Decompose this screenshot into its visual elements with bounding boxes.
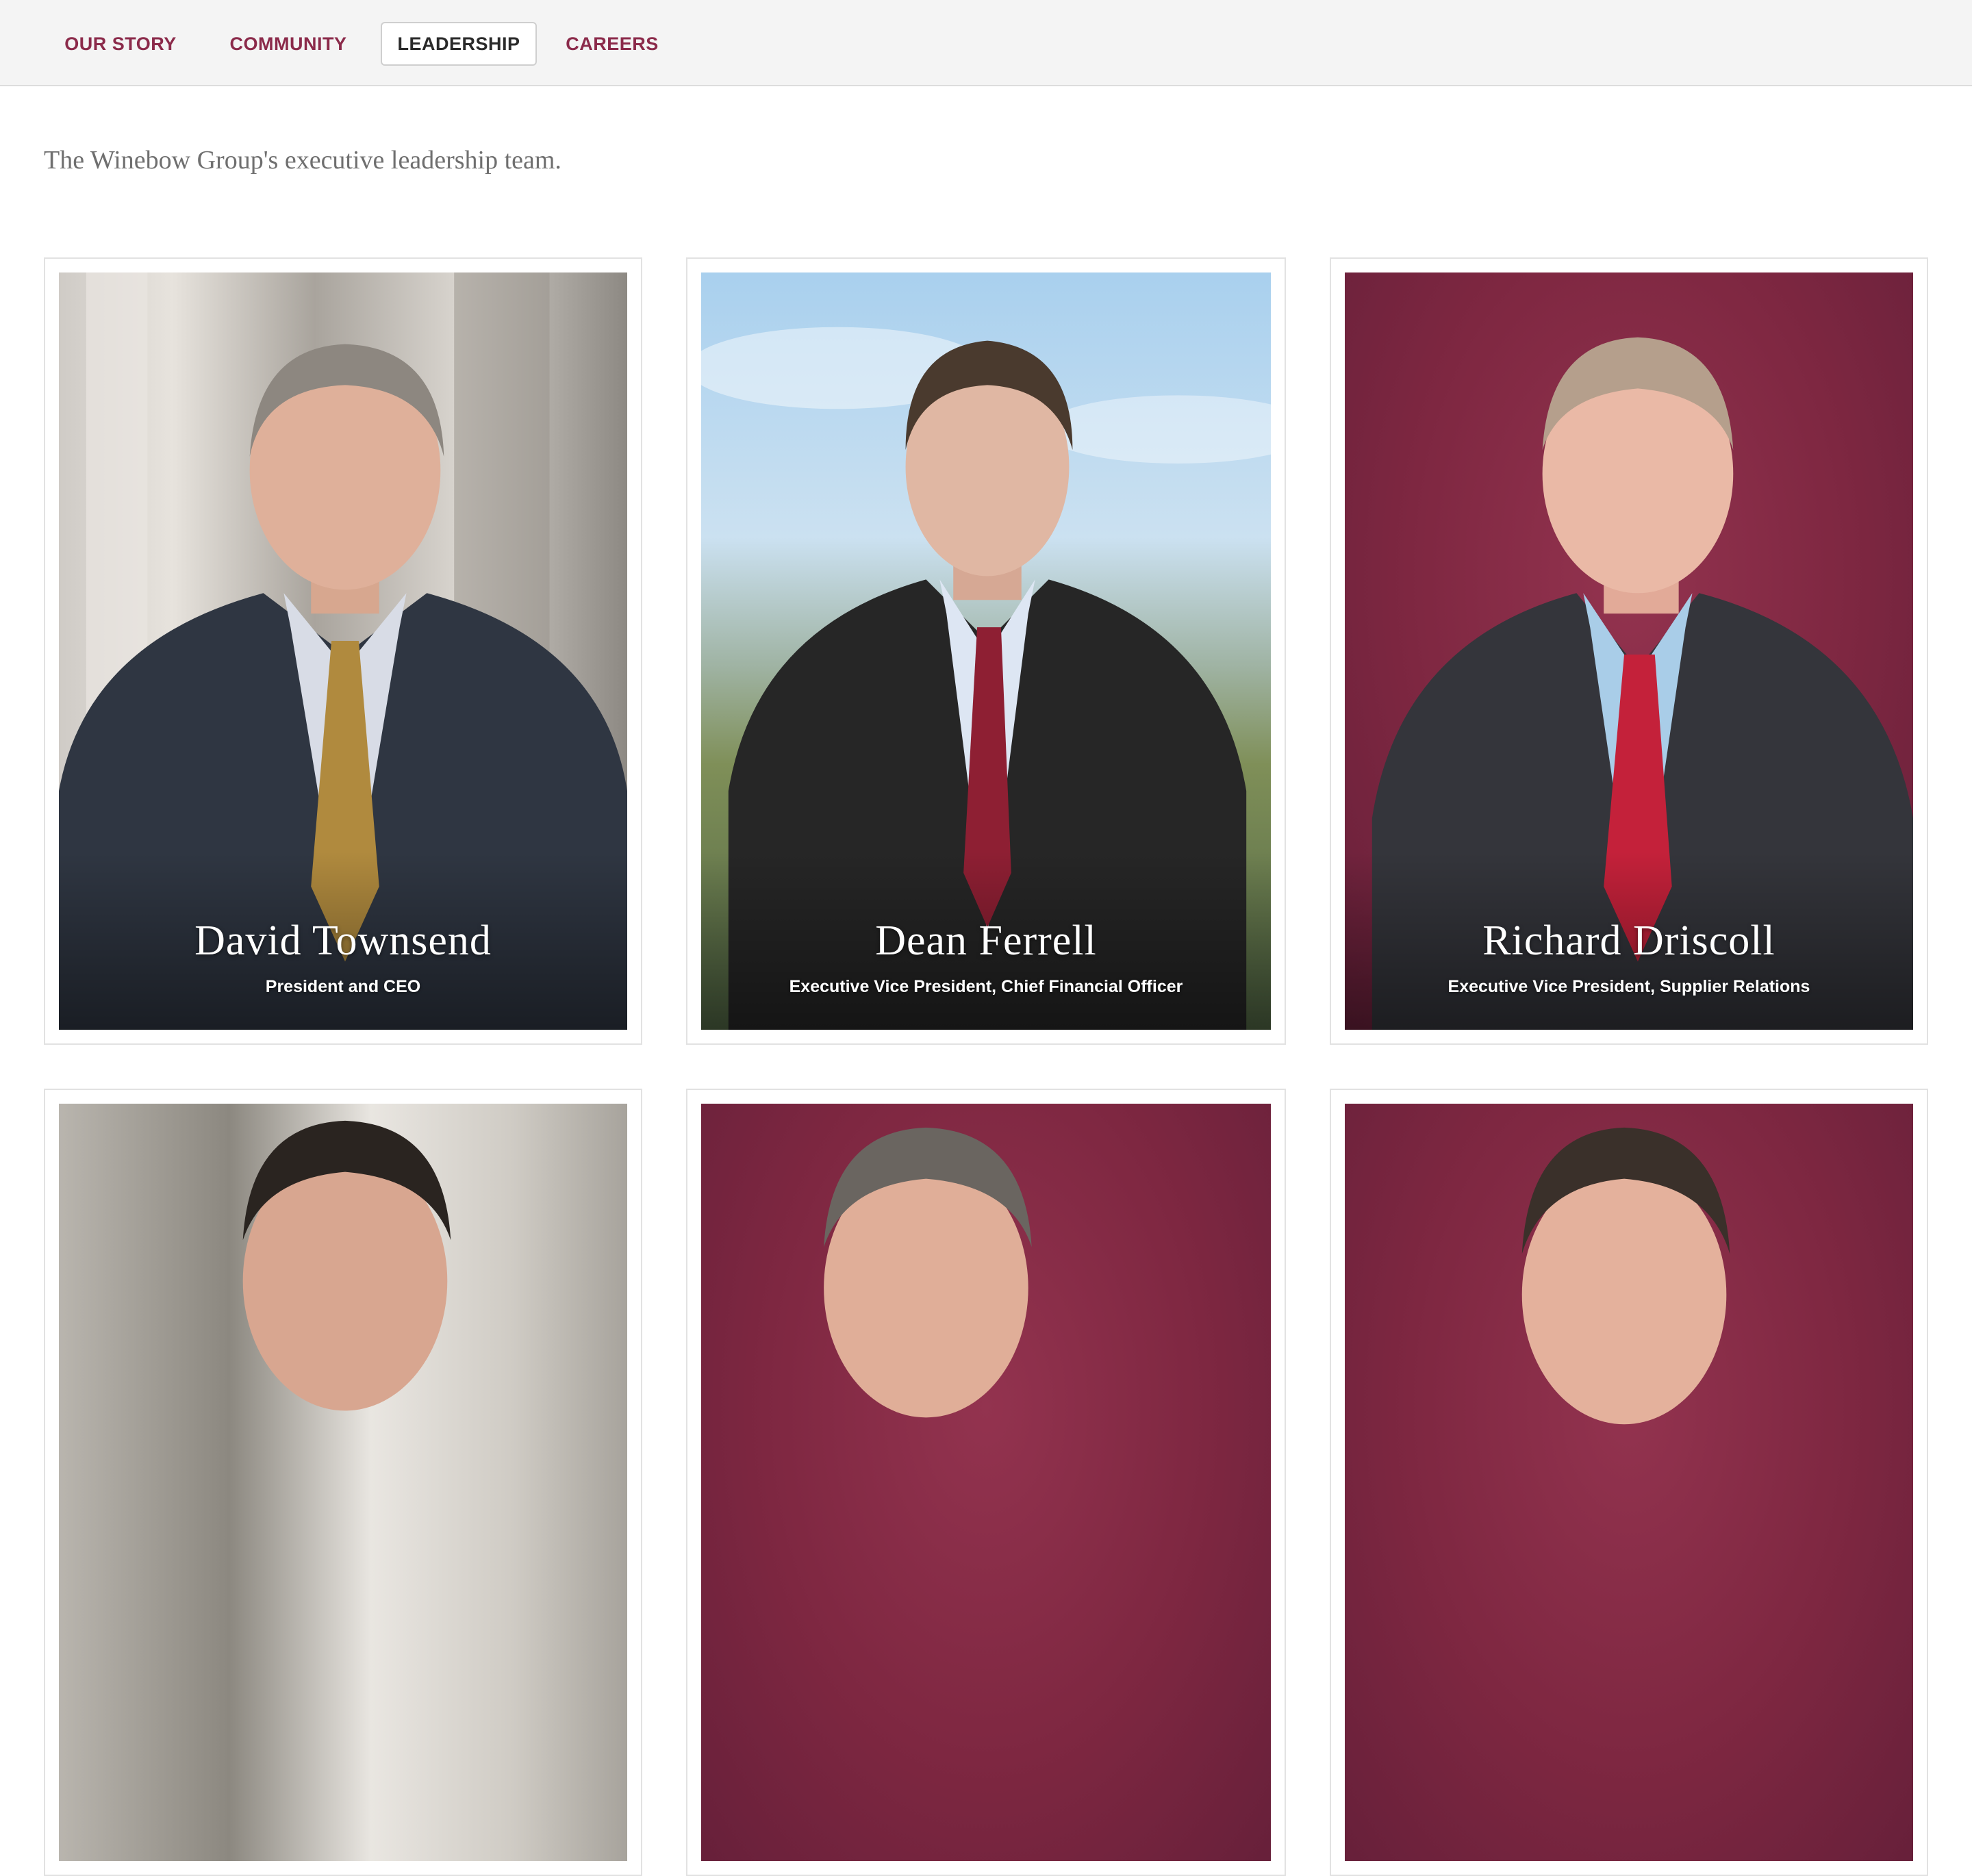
leader-photo	[701, 1104, 1271, 1861]
leader-card-richard-driscoll[interactable]: Richard Driscoll Executive Vice Presiden…	[1330, 257, 1928, 1045]
portrait-image	[242, 1120, 451, 1411]
leader-card[interactable]	[686, 1089, 1286, 1876]
nav-our-story[interactable]: OUR STORY	[56, 22, 185, 66]
leader-photo: David Townsend President and CEO	[59, 272, 627, 1030]
portrait-image	[1521, 1127, 1730, 1425]
leader-card[interactable]	[44, 1089, 642, 1876]
leader-photo	[1345, 1104, 1913, 1861]
intro-text: The Winebow Group's executive leadership…	[44, 146, 561, 175]
nav-careers[interactable]: CAREERS	[560, 22, 664, 66]
top-navigation: OUR STORY COMMUNITY LEADERSHIP CAREERS	[0, 0, 1972, 86]
portrait-image	[824, 1127, 1032, 1418]
leader-card[interactable]	[1330, 1089, 1928, 1876]
leader-title: Executive Vice President, Chief Financia…	[789, 977, 1183, 996]
leader-name: Dean Ferrell	[875, 917, 1097, 964]
leader-title: Executive Vice President, Supplier Relat…	[1448, 977, 1810, 996]
leader-photo: Dean Ferrell Executive Vice President, C…	[701, 272, 1271, 1030]
nav-community[interactable]: COMMUNITY	[218, 22, 359, 66]
nav-leadership[interactable]: LEADERSHIP	[381, 22, 537, 66]
leader-card-david-townsend[interactable]: David Townsend President and CEO	[44, 257, 642, 1045]
leader-title: President and CEO	[265, 977, 421, 996]
leader-name: Richard Driscoll	[1482, 917, 1775, 964]
leader-card-dean-ferrell[interactable]: Dean Ferrell Executive Vice President, C…	[686, 257, 1286, 1045]
leader-name: David Townsend	[194, 917, 492, 964]
leader-photo: Richard Driscoll Executive Vice Presiden…	[1345, 272, 1913, 1030]
leader-photo	[59, 1104, 627, 1861]
